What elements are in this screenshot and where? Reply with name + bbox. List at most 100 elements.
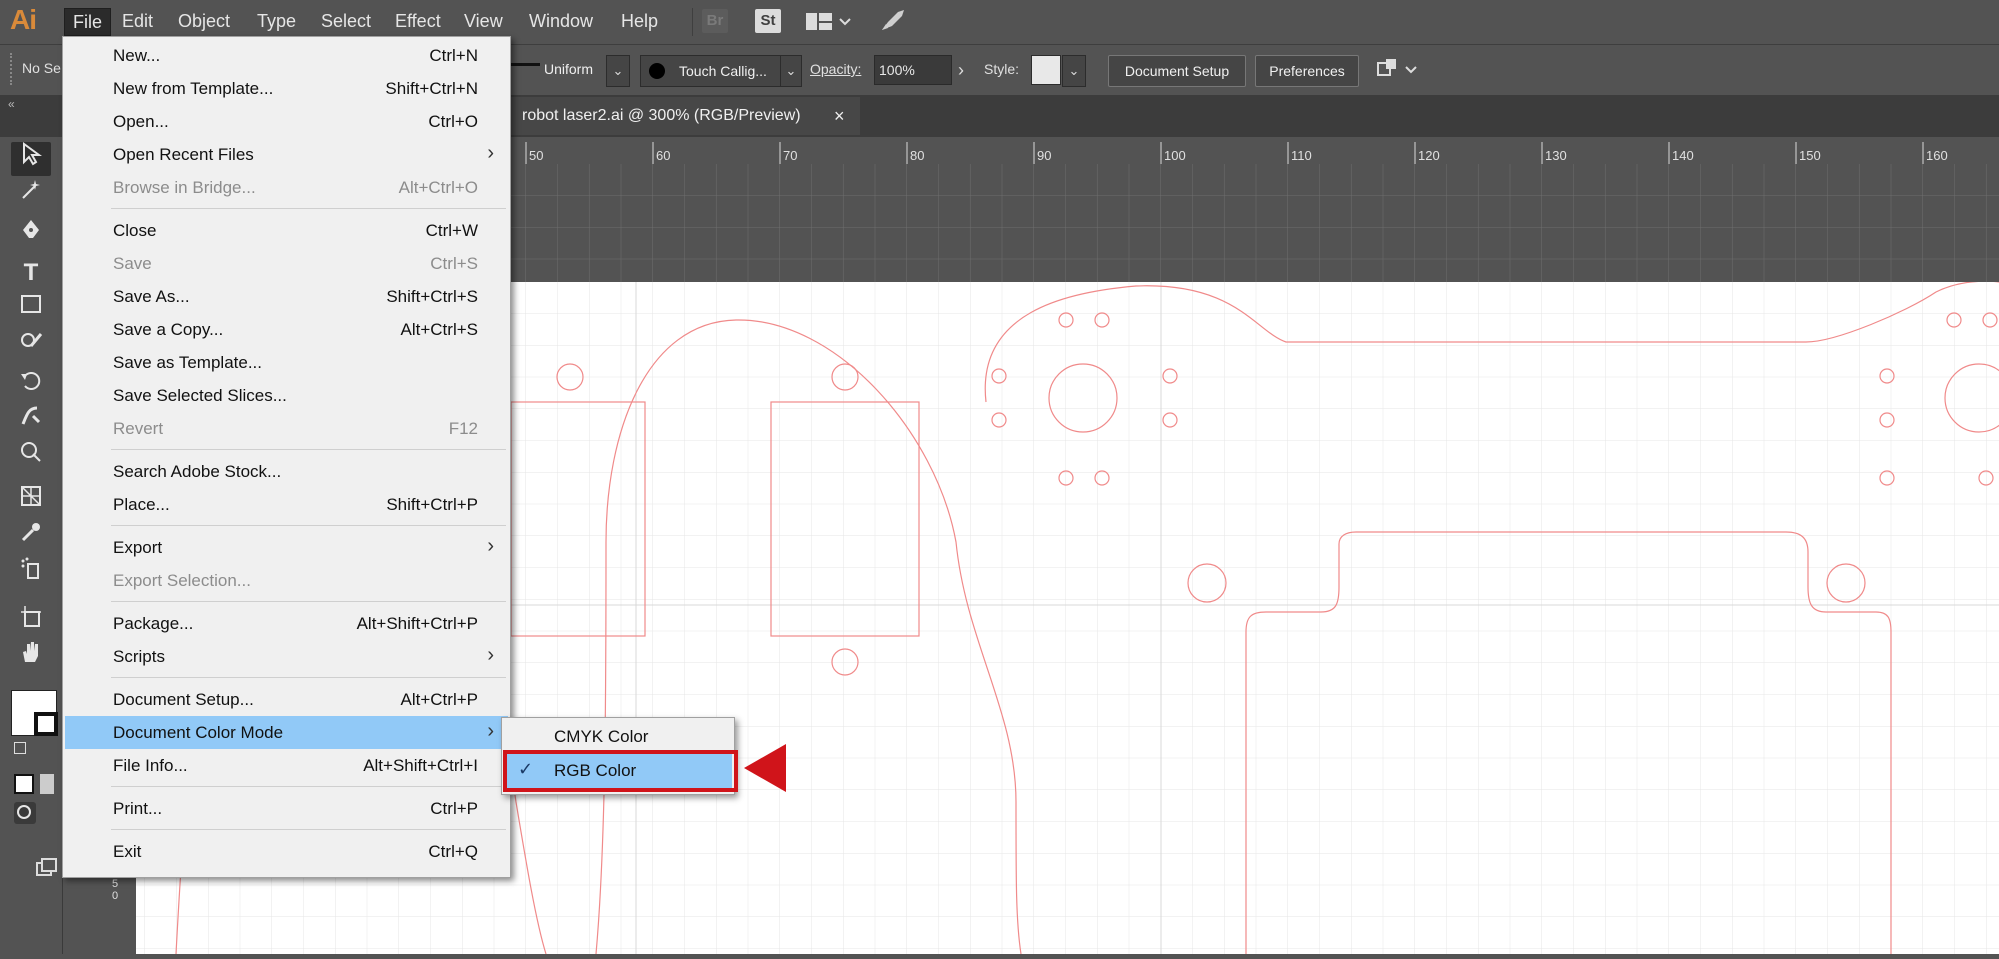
brush-dropdown[interactable]: Touch Callig... [640, 55, 782, 87]
menu-separator [111, 449, 506, 450]
menu-item-label: Print... [113, 799, 163, 818]
symbol-sprayer-icon[interactable] [11, 556, 51, 590]
artboard-tool-icon[interactable] [11, 604, 51, 638]
menu-item-place[interactable]: Place... Shift+Ctrl+P [65, 488, 508, 521]
collapse-panels-icon[interactable]: « [8, 97, 15, 111]
submenu-item-cmyk-color[interactable]: CMYK Color [504, 720, 732, 754]
ruler-tick-label: 60 [656, 148, 671, 163]
menu-item-export[interactable]: Export › [65, 531, 508, 564]
gpu-rocket-icon[interactable] [878, 8, 908, 39]
menu-item-label: Export Selection... [113, 571, 251, 590]
document-setup-button[interactable]: Document Setup [1108, 55, 1246, 87]
menu-item-new-from-template[interactable]: New from Template... Shift+Ctrl+N [65, 72, 508, 105]
menu-object[interactable]: Object [170, 8, 238, 34]
submenu-arrow-icon: › [487, 644, 494, 666]
warp-tool-icon[interactable] [11, 404, 51, 438]
menu-item-document-setup[interactable]: Document Setup... Alt+Ctrl+P [65, 683, 508, 716]
menu-separator [111, 677, 506, 678]
menu-file[interactable]: File [64, 8, 112, 36]
menu-item-scripts[interactable]: Scripts › [65, 640, 508, 673]
draw-mode-icon[interactable] [14, 802, 36, 824]
selection-tool-icon[interactable] [11, 142, 51, 176]
submenu-item-label: CMYK Color [554, 727, 649, 746]
menu-item-label: Place... [113, 495, 170, 514]
shaper-tool-icon[interactable] [11, 328, 51, 362]
ruler-tick-label: 110 [1291, 148, 1312, 163]
menu-view[interactable]: View [456, 8, 511, 34]
illustrator-logo: Ai [10, 4, 37, 35]
ruler-tick-label: 100 [1164, 148, 1186, 163]
type-tool-icon[interactable]: T [11, 256, 51, 290]
menu-item-open-recent-files[interactable]: Open Recent Files › [65, 138, 508, 171]
stroke-profile[interactable]: Uniform [544, 61, 593, 77]
style-swatch[interactable] [1031, 55, 1061, 85]
panel-grip[interactable] [10, 53, 15, 85]
menu-item-label: Browse in Bridge... [113, 178, 256, 197]
screen-mode-icon[interactable] [36, 858, 58, 883]
shape-builder-icon[interactable] [11, 440, 51, 474]
ruler-tick-label: 130 [1545, 148, 1567, 163]
callout-arrow-icon [742, 742, 788, 799]
menu-item-print[interactable]: Print... Ctrl+P [65, 792, 508, 825]
ruler-tick-label: 150 [1799, 148, 1821, 163]
menu-select[interactable]: Select [313, 8, 379, 34]
menu-help[interactable]: Help [613, 8, 666, 34]
stock-icon[interactable]: St [755, 9, 781, 33]
menu-item-open[interactable]: Open... Ctrl+O [65, 105, 508, 138]
default-colors-icon[interactable] [14, 742, 26, 754]
menu-separator [111, 208, 506, 209]
menu-item-label: Revert [113, 419, 164, 438]
workspace-layout-icon[interactable] [806, 11, 852, 38]
menu-edit[interactable]: Edit [114, 8, 161, 34]
chevron-down-icon[interactable]: ⌄ [606, 55, 630, 87]
menu-item-new[interactable]: New... Ctrl+N [65, 39, 508, 72]
gradient-mode-icon[interactable] [40, 774, 54, 794]
ruler-tick-label: 50 [529, 148, 544, 163]
menu-item-shortcut: Alt+Ctrl+O [398, 178, 478, 197]
magic-wand-icon[interactable] [11, 178, 51, 212]
chevron-down-icon[interactable]: ⌄ [1062, 55, 1086, 87]
chevron-down-icon[interactable]: ⌄ [780, 55, 802, 87]
file-menu-dropdown: New... Ctrl+N New from Template... Shift+C… [62, 36, 511, 878]
document-tab[interactable]: robot laser2.ai @ 300% (RGB/Preview) × [508, 97, 860, 135]
preferences-button[interactable]: Preferences [1255, 55, 1359, 87]
menu-separator [111, 829, 506, 830]
menu-type[interactable]: Type [249, 8, 304, 34]
menu-item-exit[interactable]: Exit Ctrl+Q [65, 835, 508, 868]
arrange-icon[interactable] [1374, 57, 1420, 88]
opacity-input[interactable]: 100% [874, 55, 952, 85]
color-mode-icon[interactable] [14, 774, 34, 794]
perspective-grid-icon[interactable] [11, 484, 51, 518]
menu-item-save-a-copy[interactable]: Save a Copy... Alt+Ctrl+S [65, 313, 508, 346]
menu-item-save-as[interactable]: Save As... Shift+Ctrl+S [65, 280, 508, 313]
pen-tool-icon[interactable] [11, 218, 51, 252]
menu-item-file-info[interactable]: File Info... Alt+Shift+Ctrl+I [65, 749, 508, 782]
document-tab-title: robot laser2.ai @ 300% (RGB/Preview) [522, 107, 801, 124]
menu-item-save-as-template[interactable]: Save as Template... [65, 346, 508, 379]
close-icon[interactable]: × [834, 97, 845, 135]
menu-item-package[interactable]: Package... Alt+Shift+Ctrl+P [65, 607, 508, 640]
menu-window[interactable]: Window [521, 8, 601, 34]
menu-item-close[interactable]: Close Ctrl+W [65, 214, 508, 247]
stroke-swatch[interactable] [34, 712, 58, 736]
menu-item-search-adobe-stock[interactable]: Search Adobe Stock... [65, 455, 508, 488]
menu-item-shortcut: Ctrl+P [430, 799, 478, 818]
menu-item-document-color-mode[interactable]: Document Color Mode › [65, 716, 508, 749]
rectangle-tool-icon[interactable] [11, 292, 51, 326]
hand-tool-icon[interactable] [11, 640, 51, 674]
menu-effect[interactable]: Effect [387, 8, 449, 34]
rotate-tool-icon[interactable] [11, 368, 51, 402]
menu-item-label: Search Adobe Stock... [113, 462, 282, 481]
menu-item-save-selected-slices[interactable]: Save Selected Slices... [65, 379, 508, 412]
chevron-right-icon[interactable]: › [950, 55, 972, 85]
menu-item-shortcut: Alt+Shift+Ctrl+I [363, 756, 478, 775]
menu-item-shortcut: F12 [448, 419, 478, 438]
menu-item-shortcut: Ctrl+O [428, 112, 478, 131]
menu-item-export-selection: Export Selection... [65, 564, 508, 597]
menu-separator [111, 525, 506, 526]
menu-item-shortcut: Alt+Shift+Ctrl+P [356, 614, 478, 633]
bridge-icon[interactable]: Br [702, 9, 728, 33]
opacity-label[interactable]: Opacity: [810, 61, 861, 77]
menu-item-save: Save Ctrl+S [65, 247, 508, 280]
eyedropper-icon[interactable] [11, 520, 51, 554]
